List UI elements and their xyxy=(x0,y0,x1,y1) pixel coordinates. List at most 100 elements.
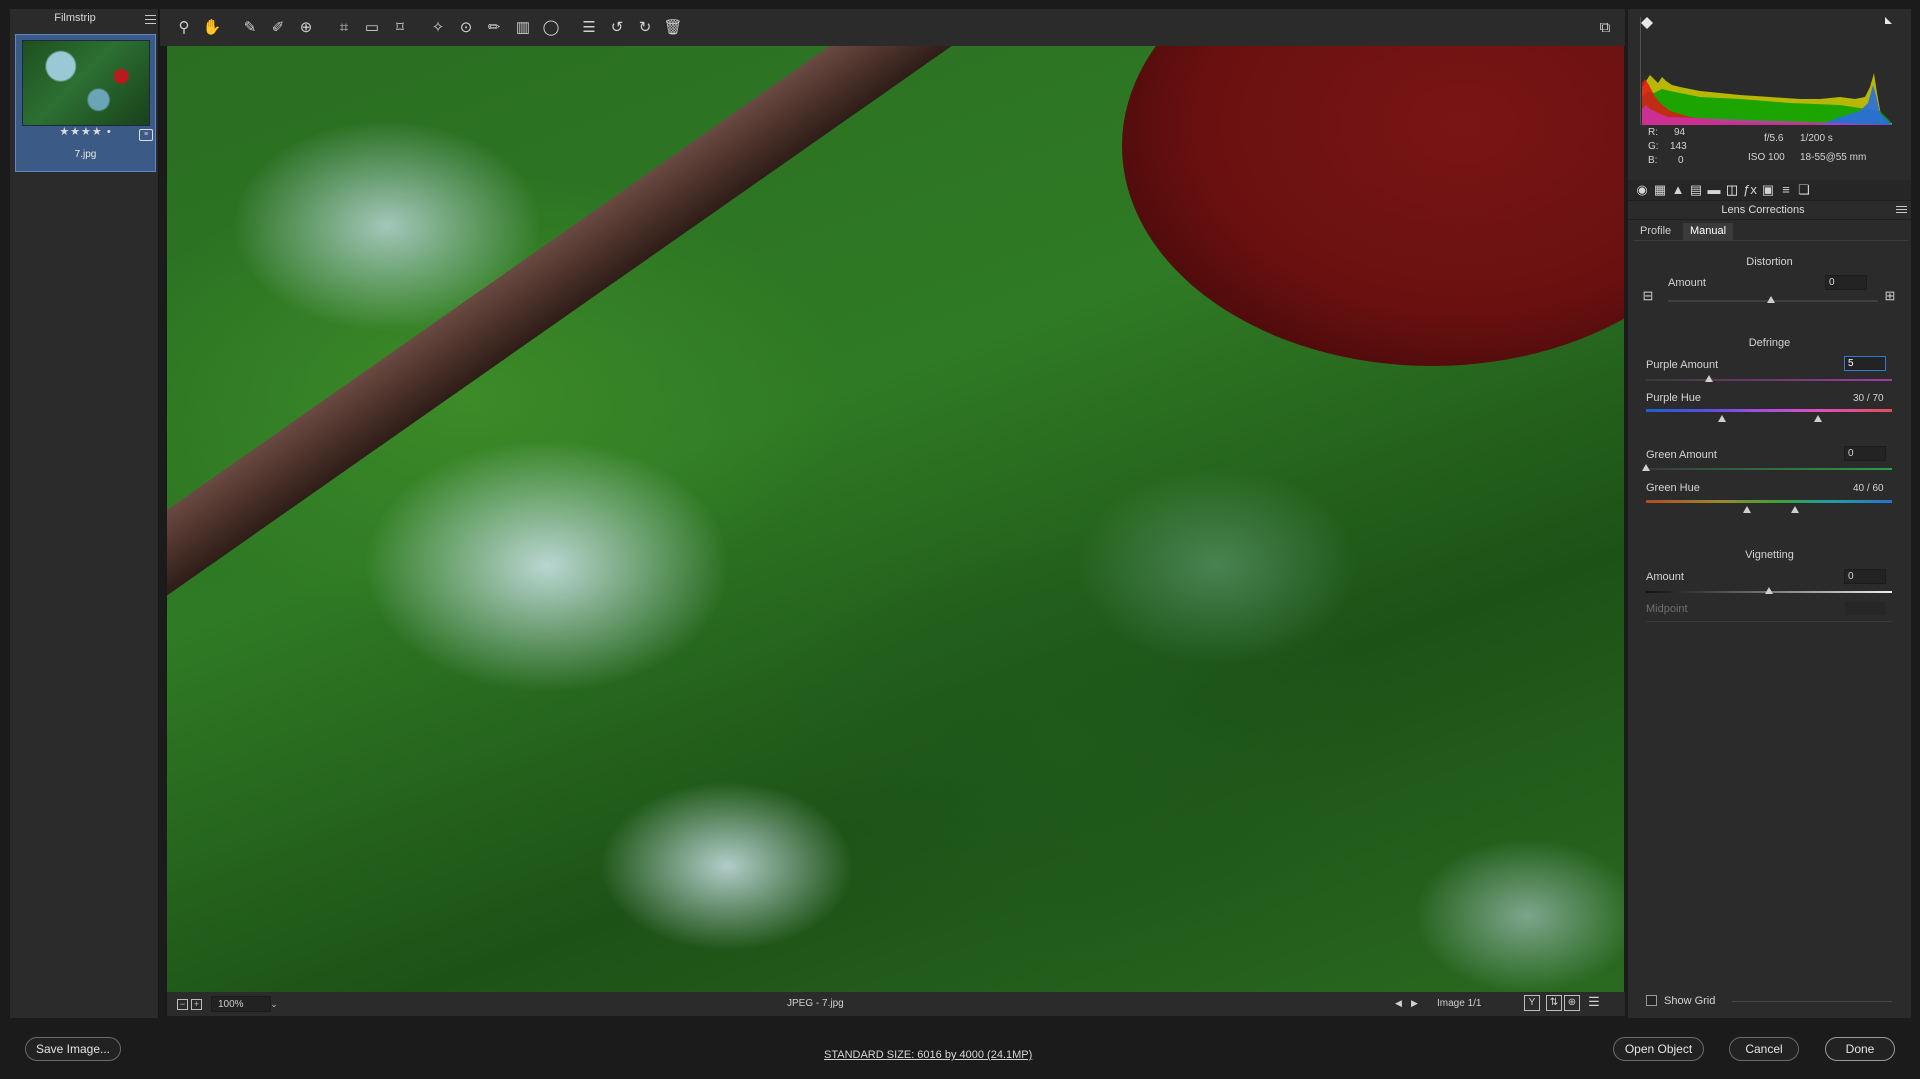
trash-icon[interactable]: 🗑 xyxy=(663,18,683,38)
distortion-amount-label: Amount xyxy=(1668,277,1706,289)
targeted-adjustment-icon[interactable]: ⊕ xyxy=(296,18,316,38)
rotate-left-icon[interactable]: ↺ xyxy=(607,18,627,38)
bottom-bar: Save Image... STANDARD SIZE: 6016 by 400… xyxy=(0,1020,1920,1079)
defringe-section-title: Defringe xyxy=(1748,337,1791,349)
show-grid-checkbox[interactable] xyxy=(1646,995,1657,1006)
image-count: Image 1/1 xyxy=(1437,998,1482,1009)
panel-menu-icon[interactable] xyxy=(1896,206,1907,215)
filmstrip-title: Filmstrip xyxy=(54,12,96,24)
purple-hue-left-thumb[interactable] xyxy=(1718,415,1726,422)
image-canvas[interactable] xyxy=(167,46,1624,992)
vignetting-amount-field[interactable]: 0 xyxy=(1844,569,1886,584)
vignetting-slider-thumb[interactable] xyxy=(1765,587,1773,594)
spot-removal-icon[interactable]: ✧ xyxy=(428,18,448,38)
file-info: JPEG - 7.jpg xyxy=(787,998,844,1009)
aperture: f/5.6 xyxy=(1764,133,1784,144)
lens-tabs: Profile Manual xyxy=(1633,223,1908,241)
workflow-options-link[interactable]: STANDARD SIZE: 6016 by 4000 (24.1MP) xyxy=(824,1049,1032,1061)
zoom-level-field[interactable]: 100% xyxy=(211,996,271,1012)
graduated-filter-icon[interactable]: ▥ xyxy=(513,18,533,38)
green-hue-left-thumb[interactable] xyxy=(1743,506,1751,513)
basic-panel-icon[interactable]: ◉ xyxy=(1635,183,1649,197)
presets-list-icon[interactable]: ☰ xyxy=(579,18,599,38)
filmstrip-thumbnail[interactable]: ★★★★ • ≡ 7.jpg xyxy=(15,34,156,172)
before-after-icon[interactable]: Y xyxy=(1524,995,1540,1011)
panel-title: Lens Corrections xyxy=(1721,204,1805,216)
split-toning-icon[interactable]: ▬ xyxy=(1707,183,1721,197)
histogram-graph xyxy=(1640,13,1895,125)
photo-berry xyxy=(1122,46,1624,366)
effects-icon[interactable]: ƒx xyxy=(1743,183,1757,197)
hsl-icon[interactable]: ▤ xyxy=(1689,183,1703,197)
save-image-button[interactable]: Save Image... xyxy=(25,1037,121,1061)
r-label: R: xyxy=(1648,127,1658,138)
show-grid-label: Show Grid xyxy=(1664,995,1716,1007)
purple-amount-slider-track[interactable] xyxy=(1646,379,1892,381)
filmstrip-header: Filmstrip xyxy=(10,9,158,29)
lens-corrections-icon[interactable]: ◫ xyxy=(1725,183,1739,197)
chevron-down-icon[interactable]: ⌄ xyxy=(267,996,281,1012)
purple-hue-slider-track[interactable] xyxy=(1646,409,1892,412)
purple-amount-label: Purple Amount xyxy=(1646,359,1719,371)
green-amount-field[interactable]: 0 xyxy=(1844,446,1886,461)
preview-settings-icon[interactable]: ☰ xyxy=(1586,995,1602,1011)
purple-amount-slider-thumb[interactable] xyxy=(1705,375,1713,382)
b-label: B: xyxy=(1648,155,1658,166)
green-hue-value: 40 / 60 xyxy=(1853,483,1884,494)
adjustments-panel: R: 94 G: 143 B: 0 f/5.6 1/200 s ISO 100 … xyxy=(1628,9,1911,1018)
zoom-in-button[interactable]: + xyxy=(191,999,202,1010)
lens-info: 18-55@55 mm xyxy=(1800,152,1867,163)
photo-branch xyxy=(167,46,1193,624)
hand-icon[interactable]: ✋ xyxy=(202,18,222,38)
green-amount-slider-track[interactable] xyxy=(1646,468,1892,470)
green-hue-label: Green Hue xyxy=(1646,482,1700,494)
shutter-speed: 1/200 s xyxy=(1800,133,1833,144)
purple-amount-field[interactable]: 5 xyxy=(1844,356,1886,371)
cancel-button[interactable]: Cancel xyxy=(1729,1037,1799,1061)
swap-settings-icon[interactable]: ⇅ xyxy=(1546,995,1562,1011)
snapshots-icon[interactable]: ❏ xyxy=(1797,183,1811,197)
zoom-icon[interactable]: ⚲ xyxy=(174,18,194,38)
white-balance-icon[interactable]: ✎ xyxy=(240,18,260,38)
b-value: 0 xyxy=(1678,155,1684,166)
zoom-out-button[interactable]: − xyxy=(177,999,188,1010)
camera-calibration-icon[interactable]: ▣ xyxy=(1761,183,1775,197)
histogram xyxy=(1640,13,1895,125)
rotate-right-icon[interactable]: ↻ xyxy=(635,18,655,38)
open-object-button[interactable]: Open Object xyxy=(1613,1037,1704,1061)
crop-icon[interactable]: ⌗ xyxy=(334,18,354,38)
midpoint-label: Midpoint xyxy=(1646,603,1688,615)
midpoint-field xyxy=(1844,601,1886,616)
green-amount-label: Green Amount xyxy=(1646,449,1717,461)
fullscreen-icon[interactable]: ⧉ xyxy=(1595,18,1615,38)
green-amount-slider-thumb[interactable] xyxy=(1642,464,1650,471)
vignetting-section-title: Vignetting xyxy=(1745,549,1794,561)
copy-settings-icon[interactable]: ⊕ xyxy=(1564,995,1580,1011)
red-eye-icon[interactable]: ⊙ xyxy=(456,18,476,38)
toolbar: ⚲ ✋ ✎ ✐ ⊕ ⌗ ▭ ⌑ ✧ ⊙ ✏ ▥ ◯ ☰ ↺ ↻ 🗑 ⧉ xyxy=(160,9,1625,46)
r-value: 94 xyxy=(1674,127,1686,138)
tab-profile[interactable]: Profile xyxy=(1633,223,1678,240)
purple-hue-right-thumb[interactable] xyxy=(1814,415,1822,422)
tab-manual[interactable]: Manual xyxy=(1683,223,1734,240)
radial-filter-icon[interactable]: ◯ xyxy=(541,18,561,38)
green-hue-right-thumb[interactable] xyxy=(1791,506,1799,513)
midpoint-slider-track xyxy=(1646,621,1892,622)
grid-size-slider[interactable] xyxy=(1732,1001,1892,1002)
detail-icon[interactable]: ▲ xyxy=(1671,183,1685,197)
done-button[interactable]: Done xyxy=(1825,1037,1895,1061)
transform-icon[interactable]: ⌑ xyxy=(390,18,410,38)
thumbnail-rating[interactable]: ★★★★ • xyxy=(16,125,155,138)
presets-icon[interactable]: ≡ xyxy=(1779,183,1793,197)
color-sampler-icon[interactable]: ✐ xyxy=(268,18,288,38)
tone-curve-icon[interactable]: ▦ xyxy=(1653,183,1667,197)
next-image-icon[interactable]: ▶ xyxy=(1411,998,1418,1009)
menu-icon[interactable] xyxy=(145,15,156,24)
previous-image-icon[interactable]: ◀ xyxy=(1395,998,1402,1009)
adjustment-brush-icon[interactable]: ✏ xyxy=(484,18,504,38)
straighten-icon[interactable]: ▭ xyxy=(362,18,382,38)
distortion-slider-thumb[interactable] xyxy=(1767,296,1775,303)
distortion-amount-field[interactable]: 0 xyxy=(1825,275,1867,290)
filmstrip-panel: Filmstrip ★★★★ • ≡ 7.jpg xyxy=(10,9,159,1018)
green-hue-slider-track[interactable] xyxy=(1646,500,1892,503)
